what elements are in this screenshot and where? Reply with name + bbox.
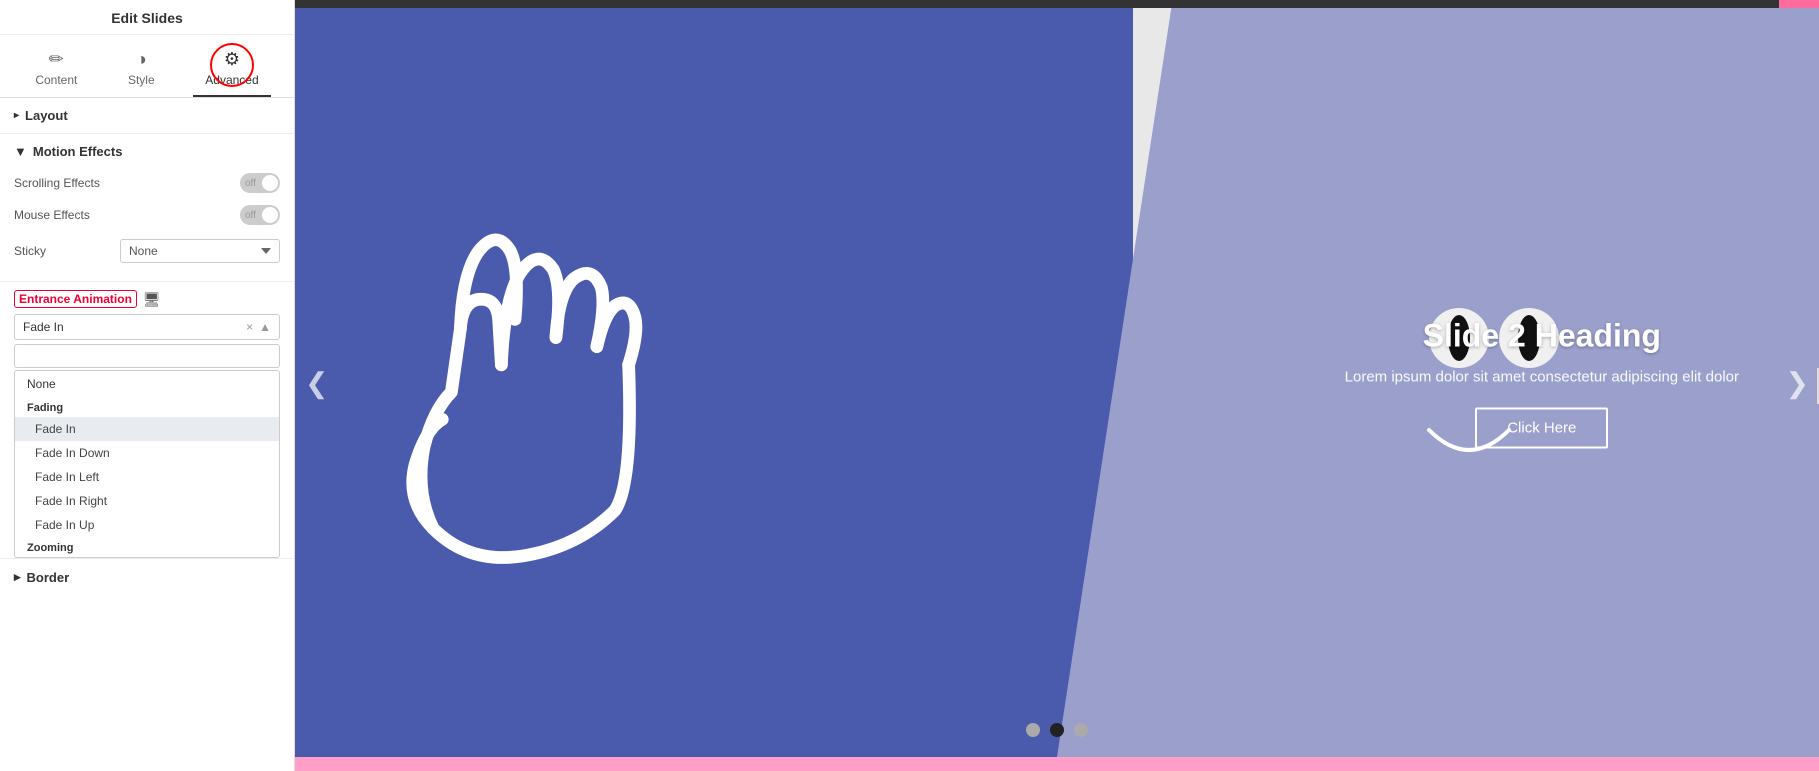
chevron-up-icon[interactable]: ▲ — [259, 320, 271, 334]
slide-subtext: Lorem ipsum dolor sit amet consectetur a… — [1345, 368, 1739, 385]
slide-next-arrow[interactable]: ❯ — [1786, 366, 1809, 399]
animation-option-none[interactable]: None — [15, 371, 279, 397]
slide: Slide 2 Heading Lorem ipsum dolor sit am… — [295, 8, 1819, 757]
left-panel: Edit Slides ✏ Content ◑ Style ⚙ Advanced… — [0, 0, 295, 771]
motion-effects-section: ▼ Motion Effects Scrolling Effects off M… — [0, 134, 294, 282]
border-label: Border — [27, 570, 70, 585]
tab-style[interactable]: ◑ Style — [116, 43, 167, 97]
mouse-effects-toggle[interactable]: off — [240, 205, 280, 225]
layout-label: Layout — [25, 108, 68, 123]
scrolling-effects-toggle[interactable]: off — [240, 173, 280, 193]
panel-content: ▸ Layout ▼ Motion Effects Scrolling Effe… — [0, 98, 294, 771]
animation-option-fade-in-up[interactable]: Fade In Up — [15, 513, 279, 537]
main-canvas-area: Slide 2 Heading Lorem ipsum dolor sit am… — [295, 0, 1819, 771]
bottom-bar — [295, 757, 1819, 771]
scrolling-toggle-wrapper: off — [240, 173, 280, 193]
animation-option-fade-in-left[interactable]: Fade In Left — [15, 465, 279, 489]
sticky-select[interactable]: None Top Bottom — [120, 239, 280, 263]
hand-illustration — [345, 183, 685, 583]
layout-section-header[interactable]: ▸ Layout — [0, 98, 294, 134]
border-section-header[interactable]: ▸ Border — [0, 558, 294, 595]
entrance-animation-dropdown[interactable]: Fade In × ▲ — [14, 314, 280, 340]
mouse-effects-label: Mouse Effects — [14, 208, 90, 222]
mouse-toggle-wrapper: off — [240, 205, 280, 225]
motion-effects-label: Motion Effects — [33, 144, 123, 159]
panel-title: Edit Slides — [0, 0, 294, 35]
tab-style-label: Style — [128, 73, 155, 87]
mouse-effects-row: Mouse Effects off — [14, 199, 280, 231]
animation-option-fade-in-right[interactable]: Fade In Right — [15, 489, 279, 513]
scrolling-effects-row: Scrolling Effects off — [14, 167, 280, 199]
entrance-animation-value: Fade In — [23, 320, 64, 334]
slide-dots — [1026, 723, 1088, 737]
gear-icon: ⚙ — [224, 49, 240, 70]
slide-dot-1[interactable] — [1026, 723, 1040, 737]
top-bar-accent — [1779, 0, 1819, 8]
border-arrow-icon: ▸ — [14, 569, 21, 585]
animation-group-fading: Fading — [15, 397, 279, 417]
motion-effects-arrow-icon: ▼ — [14, 144, 27, 159]
scrolling-toggle-text: off — [245, 178, 256, 189]
sticky-row: Sticky None Top Bottom — [14, 231, 280, 271]
animation-option-fade-in[interactable]: Fade In — [15, 417, 279, 441]
entrance-animation-label[interactable]: Entrance Animation — [14, 290, 137, 308]
slide-content: Slide 2 Heading Lorem ipsum dolor sit am… — [1345, 317, 1739, 448]
animation-dropdown-list: None Fading Fade In Fade In Down Fade In… — [14, 370, 280, 558]
slide-container: Slide 2 Heading Lorem ipsum dolor sit am… — [295, 8, 1819, 757]
motion-effects-header[interactable]: ▼ Motion Effects — [14, 134, 280, 167]
sticky-label: Sticky — [14, 244, 46, 258]
slide-prev-arrow[interactable]: ❮ — [305, 366, 328, 399]
pencil-icon: ✏ — [49, 49, 64, 70]
tab-content[interactable]: ✏ Content — [23, 43, 89, 97]
tab-content-label: Content — [35, 73, 77, 87]
clear-icon[interactable]: × — [246, 320, 253, 334]
tab-advanced[interactable]: ⚙ Advanced — [193, 43, 270, 97]
slide-cta-button[interactable]: Click Here — [1475, 407, 1608, 448]
tab-advanced-label: Advanced — [205, 73, 258, 87]
layout-arrow-icon: ▸ — [14, 110, 19, 121]
tabs-bar: ✏ Content ◑ Style ⚙ Advanced — [0, 35, 294, 98]
slide-dot-2[interactable] — [1050, 723, 1064, 737]
slide-heading: Slide 2 Heading — [1345, 317, 1739, 354]
top-bar — [295, 0, 1819, 8]
monitor-icon[interactable]: 🖥 — [143, 291, 161, 308]
scrolling-effects-label: Scrolling Effects — [14, 176, 100, 190]
entrance-label-row: Entrance Animation 🖥 — [14, 290, 280, 308]
animation-search-input[interactable] — [14, 344, 280, 368]
animation-option-fade-in-down[interactable]: Fade In Down — [15, 441, 279, 465]
slide-dot-3[interactable] — [1074, 723, 1088, 737]
entrance-animation-section: Entrance Animation 🖥 Fade In × ▲ None Fa… — [0, 282, 294, 558]
half-circle-icon: ◑ — [136, 49, 147, 70]
dropdown-icons: × ▲ — [246, 320, 271, 334]
animation-group-zooming: Zooming — [15, 537, 279, 557]
mouse-toggle-text: off — [245, 210, 256, 221]
